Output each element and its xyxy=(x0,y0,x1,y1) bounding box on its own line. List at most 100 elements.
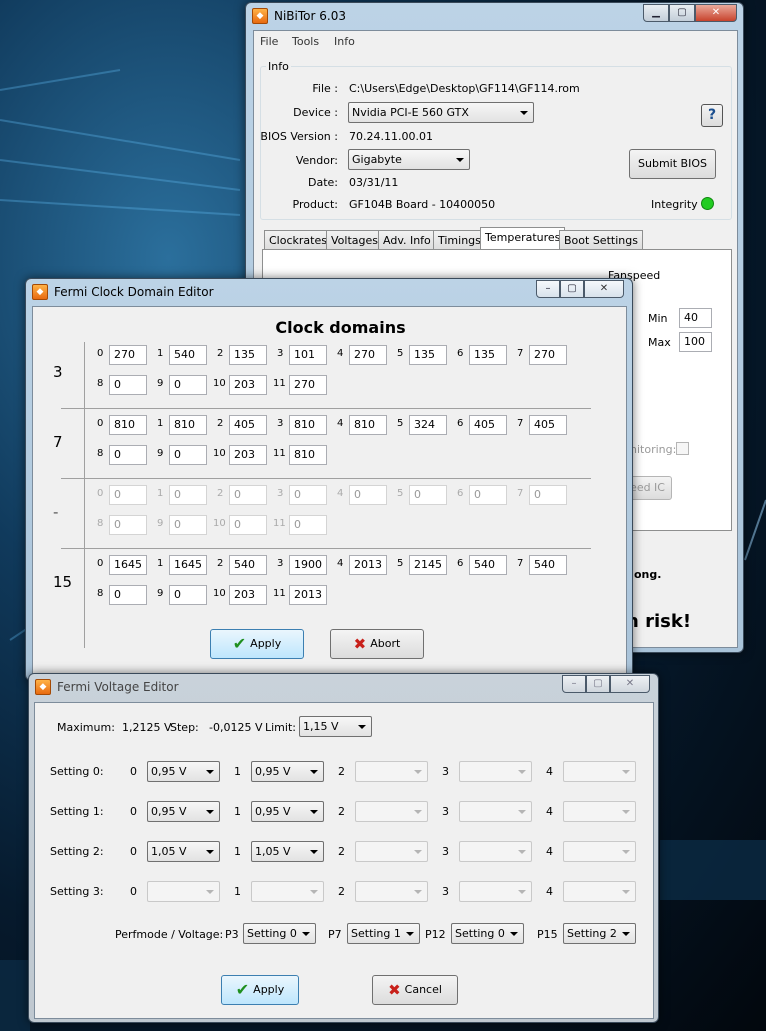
clock-domain-input[interactable]: 203 xyxy=(229,375,267,395)
clock-domain-input[interactable]: 2013 xyxy=(289,585,327,605)
menu-info[interactable]: Info xyxy=(334,35,355,48)
clock-domain-input[interactable]: 0 xyxy=(169,375,207,395)
clock-domain-input[interactable]: 270 xyxy=(109,345,147,365)
voltage-select[interactable]: 0,95 V xyxy=(147,761,220,782)
voltage-index-label: 3 xyxy=(442,885,449,898)
clock-domain-input[interactable]: 2145 xyxy=(409,555,447,575)
clock-domain-input[interactable]: 270 xyxy=(529,345,567,365)
clock-domain-input[interactable]: 810 xyxy=(289,415,327,435)
domain-index-label: 2 xyxy=(217,558,224,569)
setting-label: Setting 2: xyxy=(50,845,104,858)
clock-domain-input[interactable]: 405 xyxy=(229,415,267,435)
clock-domain-input[interactable]: 0 xyxy=(109,585,147,605)
voltage-apply-button[interactable]: ✔ Apply xyxy=(221,975,299,1005)
limit-select[interactable]: 1,15 V xyxy=(299,716,372,737)
minimize-button[interactable]: – xyxy=(536,280,560,298)
clock-domain-input[interactable]: 135 xyxy=(229,345,267,365)
vendor-label: Vendor: xyxy=(295,154,338,167)
clock-domain-input[interactable]: 405 xyxy=(529,415,567,435)
perfmode-select[interactable]: Setting 0 xyxy=(243,923,316,944)
date-label: Date: xyxy=(308,176,338,189)
clock-domain-input[interactable]: 2013 xyxy=(349,555,387,575)
tab-clockrates[interactable]: Clockrates xyxy=(264,230,332,250)
clock-abort-button[interactable]: ✖ Abort xyxy=(330,629,424,659)
voltage-select xyxy=(355,881,428,902)
perfmode-select[interactable]: Setting 2 xyxy=(563,923,636,944)
voltage-select[interactable]: 0,95 V xyxy=(147,801,220,822)
close-button[interactable]: ✕ xyxy=(610,675,650,693)
voltage-select[interactable]: 1,05 V xyxy=(147,841,220,862)
domain-index-label: 10 xyxy=(213,518,226,529)
chevron-down-icon xyxy=(310,890,318,894)
nibitor-titlebar[interactable]: ◆ NiBiTor 6.03 ▁ ▢ ✕ xyxy=(246,3,743,29)
voltage-select[interactable]: 0,95 V xyxy=(251,801,324,822)
clock-domain-input[interactable]: 1645 xyxy=(169,555,207,575)
clock-domain-input[interactable]: 810 xyxy=(169,415,207,435)
voltage-select xyxy=(355,841,428,862)
clock-domain-input[interactable]: 0 xyxy=(169,445,207,465)
voltage-cancel-button[interactable]: ✖ Cancel xyxy=(372,975,458,1005)
voltage-select xyxy=(355,761,428,782)
clock-domain-input[interactable]: 540 xyxy=(229,555,267,575)
clock-domain-input[interactable]: 540 xyxy=(169,345,207,365)
fan-min-input[interactable]: 40 xyxy=(679,308,712,328)
tab-boot-settings[interactable]: Boot Settings xyxy=(559,230,643,250)
tab-temperatures[interactable]: Temperatures xyxy=(480,227,566,250)
clock-domain-input[interactable]: 1645 xyxy=(109,555,147,575)
vendor-select[interactable]: Gigabyte xyxy=(348,149,470,170)
domain-index-label: 8 xyxy=(97,518,104,529)
perfmode-select[interactable]: Setting 0 xyxy=(451,923,524,944)
row-label-divider xyxy=(84,342,85,648)
maximize-button[interactable]: ▢ xyxy=(560,280,584,298)
tab-adv-info[interactable]: Adv. Info xyxy=(378,230,436,250)
clock-domain-input[interactable]: 203 xyxy=(229,445,267,465)
clock-domain-input[interactable]: 0 xyxy=(169,585,207,605)
tab-voltages[interactable]: Voltages xyxy=(326,230,383,250)
clock-domain-input[interactable]: 0 xyxy=(109,375,147,395)
maximize-button[interactable]: ▢ xyxy=(586,675,610,693)
clock-domain-input[interactable]: 810 xyxy=(289,445,327,465)
clock-domain-input[interactable]: 270 xyxy=(289,375,327,395)
menu-tools[interactable]: Tools xyxy=(292,35,319,48)
clock-domain-input[interactable]: 405 xyxy=(469,415,507,435)
clock-domain-input[interactable]: 203 xyxy=(229,585,267,605)
clock-domain-input[interactable]: 270 xyxy=(349,345,387,365)
clock-domain-input[interactable]: 0 xyxy=(109,445,147,465)
clock-domain-input[interactable]: 540 xyxy=(469,555,507,575)
voltage-select[interactable]: 0,95 V xyxy=(251,761,324,782)
clock-domain-input: 0 xyxy=(349,485,387,505)
clock-domain-input[interactable]: 1900 xyxy=(289,555,327,575)
submit-bios-button[interactable]: Submit BIOS xyxy=(629,149,716,179)
chevron-down-icon xyxy=(310,850,318,854)
clock-domain-input: 0 xyxy=(229,515,267,535)
fan-max-input[interactable]: 100 xyxy=(679,332,712,352)
clock-apply-button[interactable]: ✔ Apply xyxy=(210,629,304,659)
help-button[interactable]: ? xyxy=(701,104,723,127)
clock-editor-titlebar[interactable]: ◆ Fermi Clock Domain Editor – ▢ ✕ xyxy=(26,279,632,305)
clock-domain-input[interactable]: 810 xyxy=(109,415,147,435)
clock-domain-input[interactable]: 135 xyxy=(469,345,507,365)
speed-ic-label: eed IC xyxy=(630,481,665,494)
close-button[interactable]: ✕ xyxy=(584,280,624,298)
menu-file[interactable]: File xyxy=(260,35,278,48)
clock-domain-input[interactable]: 810 xyxy=(349,415,387,435)
close-button[interactable]: ✕ xyxy=(695,4,737,22)
minimize-button[interactable]: – xyxy=(562,675,586,693)
maximize-button[interactable]: ▢ xyxy=(669,4,695,22)
help-icon: ? xyxy=(707,107,717,123)
chevron-down-icon xyxy=(622,770,630,774)
voltage-editor-titlebar[interactable]: ◆ Fermi Voltage Editor – ▢ ✕ xyxy=(29,674,658,700)
domain-index-label: 10 xyxy=(213,378,226,389)
minimize-button[interactable]: ▁ xyxy=(643,4,669,22)
clock-domain-input[interactable]: 540 xyxy=(529,555,567,575)
voltage-select[interactable]: 1,05 V xyxy=(251,841,324,862)
clock-domain-input[interactable]: 324 xyxy=(409,415,447,435)
monitoring-checkbox[interactable] xyxy=(676,442,689,455)
tab-timings[interactable]: Timings xyxy=(433,230,486,250)
device-select[interactable]: Nvidia PCI-E 560 GTX xyxy=(348,102,534,123)
clock-domain-input[interactable]: 101 xyxy=(289,345,327,365)
perfmode-select[interactable]: Setting 1 xyxy=(347,923,420,944)
clock-domain-input[interactable]: 135 xyxy=(409,345,447,365)
domain-index-label: 10 xyxy=(213,588,226,599)
domain-index-label: 4 xyxy=(337,558,344,569)
